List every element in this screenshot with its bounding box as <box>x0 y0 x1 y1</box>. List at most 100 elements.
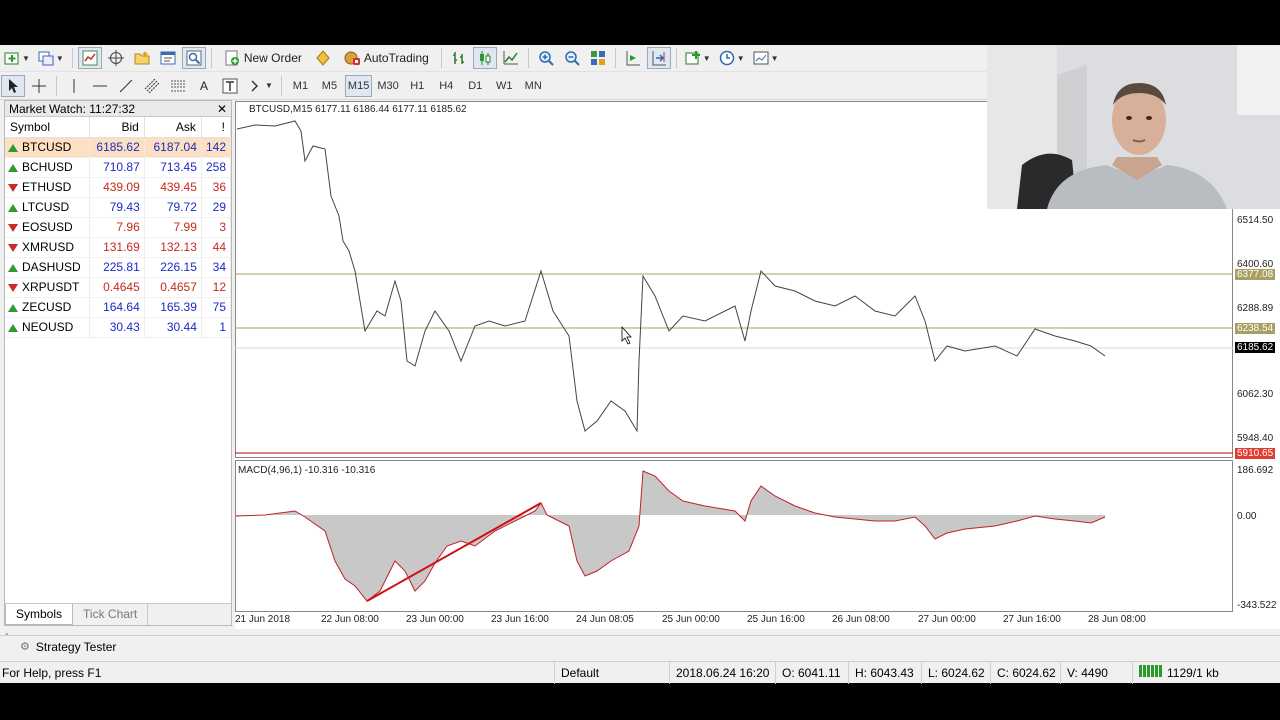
line-chart-button[interactable] <box>499 47 523 69</box>
symbol-cell[interactable]: LTCUSD <box>5 197 90 218</box>
strategy-tester-button[interactable] <box>181 47 206 69</box>
status-connection[interactable]: 1129/1 kb <box>1133 662 1225 684</box>
price-axis-label: 5948.40 <box>1237 433 1274 444</box>
magnifier-window-icon <box>186 50 202 66</box>
new-chart-button[interactable]: ▼ <box>1 47 33 69</box>
timeframe-d1-button[interactable]: D1 <box>462 75 489 97</box>
zoom-in-button[interactable] <box>534 47 558 69</box>
price-axis-label: 6062.30 <box>1237 389 1274 400</box>
market-watch-row[interactable]: XMRUSD 131.69 132.13 44 <box>5 237 232 258</box>
timeframe-h4-button[interactable]: H4 <box>433 75 460 97</box>
market-watch-row[interactable]: EOSUSD 7.96 7.99 3 <box>5 217 232 238</box>
symbol-cell[interactable]: EOSUSD <box>5 217 90 238</box>
status-high: H: 6043.43 <box>849 661 922 684</box>
ask-cell: 7.99 <box>144 217 202 238</box>
symbol-cell[interactable]: ETHUSD <box>5 177 90 198</box>
market-watch-row[interactable]: NEOUSD 30.43 30.44 1 <box>5 317 232 338</box>
symbol-cell[interactable]: BCHUSD <box>5 157 90 178</box>
tab-tick-chart[interactable]: Tick Chart <box>73 604 149 625</box>
spread-cell: 3 <box>201 217 232 238</box>
text-label-tool-button[interactable] <box>218 75 242 97</box>
spread-cell: 34 <box>201 257 232 278</box>
status-help-text: For Help, press F1 <box>0 661 555 684</box>
market-watch-row[interactable]: ZECUSD 164.64 165.39 75 <box>5 297 232 318</box>
chart-shift-icon <box>651 50 667 66</box>
market-watch-toggle-button[interactable] <box>77 47 102 69</box>
channel-tool-button[interactable] <box>140 75 164 97</box>
toolbar-separator <box>675 48 677 68</box>
column-header-symbol[interactable]: Symbol <box>5 117 90 138</box>
template-icon <box>753 50 769 66</box>
candlestick-chart-button[interactable] <box>472 47 497 69</box>
crosshair-tool-button[interactable] <box>27 75 51 97</box>
text-tool-button[interactable]: A <box>192 75 216 97</box>
symbol-cell[interactable]: XMRUSD <box>5 237 90 258</box>
market-watch-rows: BTCUSD 6185.62 6187.04 142 BCHUSD 710.87 713.4… <box>5 137 232 338</box>
spread-cell: 44 <box>201 237 232 258</box>
data-window-button[interactable] <box>104 47 128 69</box>
autotrading-label: AutoTrading <box>363 51 429 65</box>
timeframe-m15-button[interactable]: M15 <box>344 74 373 97</box>
auto-scroll-button[interactable] <box>621 47 645 69</box>
navigator-button[interactable] <box>130 47 154 69</box>
price-axis-label: 6514.50 <box>1237 215 1274 226</box>
symbol-cell[interactable]: BTCUSD <box>5 137 90 158</box>
timeframe-m30-button[interactable]: M30 <box>374 75 401 97</box>
webcam-person-image <box>987 45 1280 209</box>
strategy-tester-bar[interactable]: ⚙ Strategy Tester <box>0 635 1280 657</box>
market-watch-row[interactable]: DASHUSD 225.81 226.15 34 <box>5 257 232 278</box>
templates-button[interactable]: ▼ <box>750 47 782 69</box>
horizontal-line-tool-button[interactable] <box>88 75 112 97</box>
column-header-bid[interactable]: Bid <box>89 117 145 138</box>
vertical-line-tool-button[interactable] <box>62 75 86 97</box>
market-watch-row[interactable]: LTCUSD 79.43 79.72 29 <box>5 197 232 218</box>
arrows-icon <box>247 78 263 94</box>
price-down-arrow-icon <box>8 283 18 292</box>
level-tag-lower: 5910.65 <box>1235 448 1275 459</box>
symbol-cell[interactable]: XRPUSDT <box>5 277 90 298</box>
zoom-out-button[interactable] <box>560 47 584 69</box>
strategy-tester-label: Strategy Tester <box>35 639 117 654</box>
terminal-button[interactable] <box>156 47 180 69</box>
indicators-button[interactable]: ▼ <box>682 47 714 69</box>
tile-windows-button[interactable] <box>586 47 610 69</box>
macd-histogram <box>235 471 1105 601</box>
close-icon[interactable]: ✕ <box>217 102 227 116</box>
new-order-button[interactable]: New Order <box>217 47 309 69</box>
symbol-cell[interactable]: DASHUSD <box>5 257 90 278</box>
trendline-tool-button[interactable] <box>114 75 138 97</box>
timeframe-m5-button[interactable]: M5 <box>316 75 343 97</box>
market-watch-row[interactable]: BTCUSD 6185.62 6187.04 142 <box>5 137 232 158</box>
column-header-ask[interactable]: Ask <box>144 117 202 138</box>
metaeditor-button[interactable] <box>311 47 335 69</box>
timeframe-w1-button[interactable]: W1 <box>491 75 518 97</box>
arrows-tool-button[interactable]: ▼ <box>244 75 276 97</box>
market-watch-row[interactable]: BCHUSD 710.87 713.45 258 <box>5 157 232 178</box>
symbol-cell[interactable]: ZECUSD <box>5 297 90 318</box>
market-watch-row[interactable]: XRPUSDT 0.4645 0.4657 12 <box>5 277 232 298</box>
periods-button[interactable]: ▼ <box>716 47 748 69</box>
status-open: O: 6041.11 <box>776 661 849 684</box>
symbol-cell[interactable]: NEOUSD <box>5 317 90 338</box>
cursor-tool-button[interactable] <box>1 74 25 97</box>
symbol-name: DASHUSD <box>22 260 81 274</box>
current-price-tag: 6185.62 <box>1235 342 1275 353</box>
trendline-icon <box>118 78 134 94</box>
candlestick-icon <box>477 50 493 66</box>
profiles-button[interactable]: ▼ <box>35 47 67 69</box>
timeframe-mn-button[interactable]: MN <box>520 75 547 97</box>
autotrading-button[interactable]: AutoTrading <box>337 47 436 69</box>
tab-symbols[interactable]: Symbols <box>5 604 74 625</box>
bar-chart-button[interactable] <box>447 47 471 69</box>
fibonacci-icon <box>170 78 186 94</box>
timeframe-h1-button[interactable]: H1 <box>404 75 431 97</box>
market-watch-row[interactable]: ETHUSD 439.09 439.45 36 <box>5 177 232 198</box>
status-profile[interactable]: Default <box>555 661 670 684</box>
timeframe-m1-button[interactable]: M1 <box>287 75 314 97</box>
fibonacci-tool-button[interactable] <box>166 75 190 97</box>
text-icon: A <box>199 78 208 93</box>
spread-cell: 142 <box>201 137 232 158</box>
column-header-spread[interactable]: ! <box>201 117 232 138</box>
chart-shift-button[interactable] <box>646 47 671 69</box>
time-axis-label: 27 Jun 16:00 <box>1003 614 1061 625</box>
